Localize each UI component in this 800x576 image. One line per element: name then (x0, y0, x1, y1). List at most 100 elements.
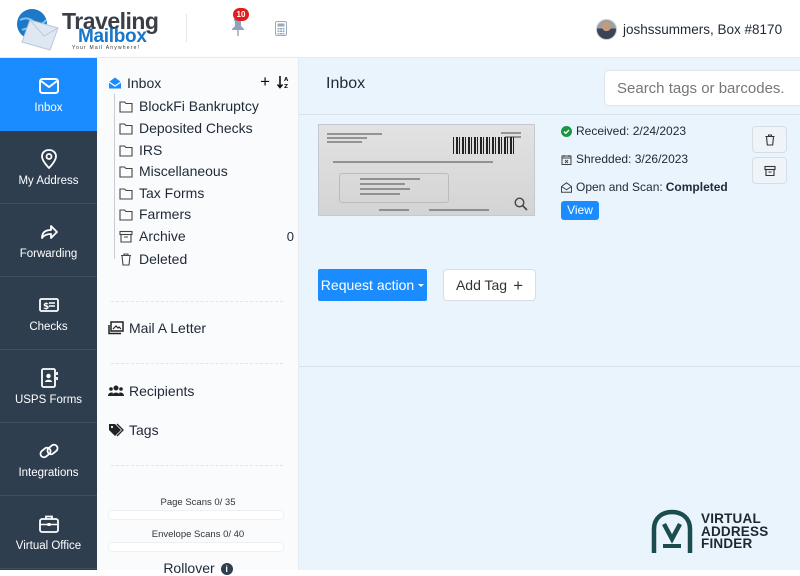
received-row: Received: 2/24/2023 (561, 124, 746, 138)
tags-label: Tags (129, 422, 159, 438)
nav-label: USPS Forms (14, 393, 83, 406)
folder-icon (119, 100, 133, 113)
folder-item[interactable]: Deposited Checks (119, 120, 294, 136)
main-header: Inbox (299, 58, 800, 115)
globe-envelope-icon (17, 9, 59, 51)
nav-item-usps-forms[interactable]: USPS Forms (0, 350, 97, 423)
folder-item-archive[interactable]: Archive 0 (119, 228, 294, 244)
divider (111, 363, 283, 364)
mail-details: Received: 2/24/2023 Shredded: 3/26/2023 … (561, 124, 746, 220)
archive-button[interactable] (752, 157, 787, 184)
shredded-row: Shredded: 3/26/2023 (561, 152, 746, 166)
nav-label: Forwarding (19, 247, 78, 260)
user-menu[interactable]: joshssummers, Box #8170 (596, 19, 782, 40)
svg-text:Z: Z (284, 84, 288, 89)
nav-item-forwarding[interactable]: Forwarding (0, 204, 97, 277)
mail-item: Received: 2/24/2023 Shredded: 3/26/2023 … (299, 115, 800, 367)
folder-item-deleted[interactable]: Deleted (119, 251, 294, 267)
zoom-icon[interactable] (514, 197, 528, 211)
nav-item-virtual-office[interactable]: Virtual Office (0, 496, 97, 569)
nav-item-checks[interactable]: $ Checks (0, 277, 97, 350)
user-name: joshssummers, Box #8170 (623, 22, 783, 37)
rollover-section: Rollover i (97, 560, 299, 576)
trash-icon (121, 252, 131, 266)
folder-inbox[interactable]: Inbox + AZ (108, 73, 290, 91)
delete-button[interactable] (752, 126, 787, 153)
open-envelope-icon (561, 181, 572, 193)
folder-icon (119, 165, 133, 178)
folder-label: Farmers (139, 206, 192, 222)
folder-icon (119, 144, 133, 157)
folder-label: Deleted (139, 251, 188, 267)
check-circle-icon (561, 125, 572, 137)
scan-status: Completed (665, 180, 728, 194)
nav-label: Virtual Office (15, 539, 82, 552)
folder-label: Tax Forms (139, 185, 205, 201)
nav-label: Integrations (18, 466, 79, 479)
forward-arrow-icon (40, 224, 58, 239)
shredded-date: Shredded: 3/26/2023 (576, 152, 689, 166)
svg-text:$: $ (43, 302, 49, 312)
header-divider (186, 14, 187, 42)
main-content: Inbox Received: 2/24/2023 (299, 58, 800, 570)
nav-label: Checks (29, 320, 68, 333)
nav-item-integrations[interactable]: Integrations (0, 423, 97, 496)
folder-icon (119, 187, 133, 200)
view-button[interactable]: View (561, 201, 599, 220)
search-input[interactable] (604, 70, 800, 106)
archive-count: 0 (286, 228, 294, 244)
folder-panel: Inbox + AZ BlockFi Bankruptcy Deposited … (97, 58, 299, 576)
folder-item[interactable]: Miscellaneous (119, 163, 294, 179)
page-scans-progress (108, 510, 284, 520)
avatar (596, 19, 617, 40)
link-icon (39, 443, 58, 458)
users-icon (108, 385, 124, 396)
envelope-scan-thumbnail[interactable] (318, 124, 535, 216)
top-bar: Traveling Mailbox Your Mail Anywhere! 10… (0, 0, 800, 58)
recipients-link[interactable]: Recipients (108, 383, 194, 399)
location-pin-icon (40, 148, 57, 169)
address-window (339, 173, 449, 203)
tags-icon (109, 423, 124, 437)
divider (111, 465, 283, 466)
archive-icon (763, 165, 776, 176)
nav-item-my-address[interactable]: My Address (0, 131, 97, 204)
traveling-mailbox-logo[interactable]: Traveling Mailbox Your Mail Anywhere! (10, 4, 160, 54)
envelope-scans-label: Envelope Scans 0/ 40 (151, 529, 245, 540)
add-folder-button[interactable]: + (260, 73, 270, 90)
svg-text:A: A (284, 77, 289, 83)
virtual-address-finder-logo: VIRTUAL ADDRESS FINDER (651, 509, 768, 555)
sort-alpha-icon[interactable]: AZ (276, 75, 290, 89)
mail-a-letter-link[interactable]: Mail A Letter (108, 320, 206, 336)
received-date: Received: 2/24/2023 (576, 124, 687, 138)
contact-book-icon (40, 367, 58, 388)
page-scans-label: Page Scans 0/ 35 (160, 497, 236, 508)
nav-item-inbox[interactable]: Inbox (0, 58, 97, 131)
vaf-mailbox-icon (651, 509, 693, 553)
folder-item[interactable]: BlockFi Bankruptcy (119, 98, 294, 114)
trash-icon (765, 133, 774, 146)
barcode (453, 137, 515, 154)
request-action-button[interactable]: Request action (318, 269, 427, 301)
scan-status-row: Open and Scan: Completed (561, 180, 746, 194)
request-action-label: Request action (320, 277, 415, 293)
plus-icon: + (513, 275, 524, 295)
calendar-x-icon (561, 154, 572, 165)
calculator-icon[interactable] (275, 21, 287, 36)
folder-item[interactable]: IRS (119, 142, 294, 158)
folder-item[interactable]: Tax Forms (119, 185, 294, 201)
tags-link[interactable]: Tags (108, 422, 159, 438)
add-tag-label: Add Tag (455, 277, 508, 293)
folder-label: Deposited Checks (139, 120, 253, 136)
briefcase-icon (38, 515, 59, 533)
check-icon: $ (38, 297, 59, 312)
tree-line (114, 94, 115, 259)
page-title: Inbox (326, 75, 366, 92)
info-icon[interactable]: i (220, 563, 233, 576)
images-icon (108, 321, 124, 335)
folder-item[interactable]: Farmers (119, 206, 294, 222)
folder-label: BlockFi Bankruptcy (139, 98, 259, 114)
envelope-scans-progress (108, 542, 284, 552)
add-tag-button[interactable]: Add Tag + (443, 269, 536, 301)
caret-down-icon (418, 283, 425, 287)
